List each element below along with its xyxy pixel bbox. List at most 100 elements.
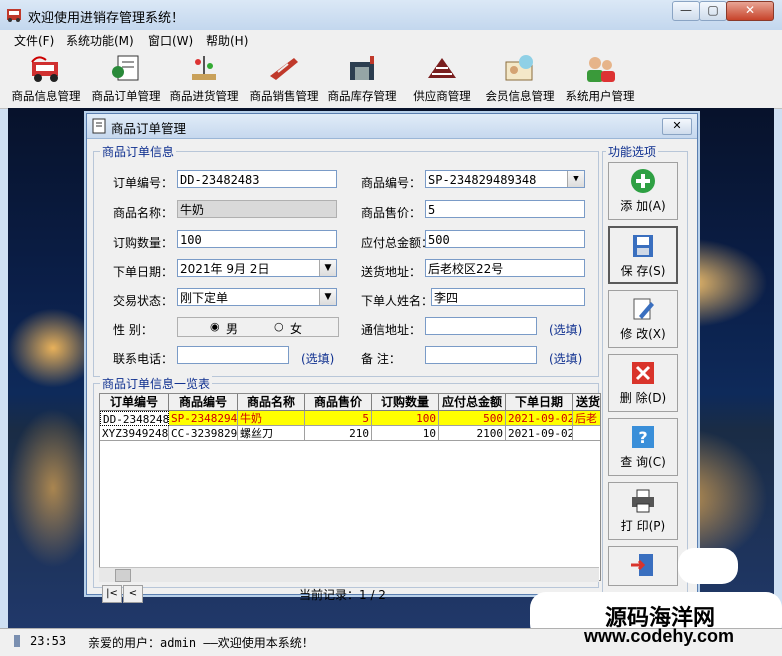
- save-button[interactable]: 保 存(S): [608, 226, 678, 284]
- menu-file[interactable]: 文件(F): [14, 32, 54, 49]
- edit-button[interactable]: 修 改(X): [608, 290, 678, 348]
- chevron-down-icon[interactable]: ▼: [319, 260, 336, 276]
- table-cell[interactable]: 2100: [439, 426, 506, 441]
- table-cell[interactable]: 螺丝刀: [238, 426, 305, 441]
- print-button[interactable]: 打 印(P): [608, 482, 678, 540]
- col-header-address[interactable]: 送货: [573, 394, 600, 411]
- tool-member[interactable]: 会员信息管理: [480, 52, 560, 106]
- table-cell[interactable]: 牛奶: [238, 411, 305, 426]
- menu-help[interactable]: 帮助(H): [206, 32, 248, 49]
- child-close-button[interactable]: ✕: [662, 118, 692, 135]
- radio-female-icon[interactable]: ○: [274, 320, 284, 333]
- mail-addr-field[interactable]: [425, 317, 537, 335]
- table-cell[interactable]: 500: [439, 411, 506, 426]
- col-header-total[interactable]: 应付总金额: [439, 394, 506, 411]
- add-button[interactable]: 添 加(A): [608, 162, 678, 220]
- qty-field[interactable]: 100: [177, 230, 337, 248]
- gender-label: 性 别：: [113, 323, 153, 337]
- col-header-qty[interactable]: 订购数量: [372, 394, 439, 411]
- order-table: 订单编号 商品编号 商品名称 商品售价 订购数量 应付总金额 下单日期 送货 D…: [99, 393, 601, 581]
- order-date-value: 2021年 9月 2日: [180, 262, 270, 276]
- remark-field[interactable]: [425, 346, 537, 364]
- product-no-dropdown[interactable]: SP-234829489348 ▼: [425, 170, 585, 188]
- table-cell[interactable]: XYZ3949248: [100, 426, 169, 441]
- status-time: 23:53: [30, 634, 67, 648]
- redaction-blur: [678, 548, 738, 584]
- minimize-button[interactable]: —: [672, 1, 700, 21]
- table-cell[interactable]: 10: [372, 426, 439, 441]
- trade-status-value: 刚下定单: [180, 291, 229, 305]
- menu-system[interactable]: 系统功能(M): [66, 32, 134, 49]
- product-name-field: 牛奶: [177, 200, 337, 218]
- table-cell[interactable]: 2021-09-02: [506, 411, 573, 426]
- total-label: 应付总金额：: [361, 236, 434, 250]
- first-record-icon[interactable]: |<: [102, 585, 122, 603]
- col-header-product-no[interactable]: 商品编号: [169, 394, 238, 411]
- chevron-down-icon[interactable]: ▼: [567, 171, 584, 187]
- order-no-label: 订单编号：: [113, 176, 174, 190]
- tool-stock-in[interactable]: 商品进货管理: [164, 52, 244, 106]
- order-list-legend: 商品订单信息一览表: [100, 375, 213, 392]
- chevron-down-icon[interactable]: ▼: [319, 289, 336, 305]
- phone-field[interactable]: [177, 346, 289, 364]
- exit-door-icon: [629, 552, 657, 578]
- col-header-date[interactable]: 下单日期: [506, 394, 573, 411]
- table-cell[interactable]: SP-2348294: [169, 411, 238, 426]
- col-header-product-name[interactable]: 商品名称: [238, 394, 305, 411]
- truck-icon: [26, 52, 66, 84]
- buyer-label: 下单人姓名：: [361, 294, 434, 308]
- order-window-icon: [91, 118, 107, 134]
- exit-button[interactable]: [608, 546, 678, 586]
- floppy-disk-icon: [629, 233, 657, 259]
- tool-supplier[interactable]: 供应商管理: [402, 52, 482, 106]
- qty-label: 订购数量：: [113, 236, 174, 250]
- close-button[interactable]: ✕: [726, 1, 774, 21]
- table-cell[interactable]: CC-3239829: [169, 426, 238, 441]
- table-cell[interactable]: 210: [305, 426, 372, 441]
- status-label: 交易状态：: [113, 294, 174, 308]
- delete-button[interactable]: 删 除(D): [608, 354, 678, 412]
- gender-male-label[interactable]: 男: [226, 320, 238, 337]
- address-field[interactable]: 后老校区22号: [425, 259, 585, 277]
- tool-product-info[interactable]: 商品信息管理: [6, 52, 86, 106]
- prev-record-icon[interactable]: <: [123, 585, 143, 603]
- tool-inventory[interactable]: 商品库存管理: [322, 52, 402, 106]
- table-cell[interactable]: 2021-09-02: [506, 426, 573, 441]
- supplier-icon: [422, 52, 462, 84]
- child-window-title: 商品订单管理: [111, 121, 187, 136]
- price-field[interactable]: 5: [425, 200, 585, 218]
- radio-male-icon[interactable]: ◉: [210, 320, 220, 333]
- table-hscrollbar[interactable]: [99, 567, 599, 582]
- product-no-value: SP-234829489348: [428, 173, 537, 187]
- buyer-field[interactable]: 李四: [431, 288, 585, 306]
- users-icon: [580, 52, 620, 84]
- tool-sales[interactable]: 商品销售管理: [244, 52, 324, 106]
- total-field[interactable]: 500: [425, 230, 585, 248]
- trade-status-dropdown[interactable]: 刚下定单 ▼: [177, 288, 337, 306]
- app-icon: [6, 6, 22, 22]
- table-cell[interactable]: DD-23482483: [100, 411, 169, 426]
- scroll-thumb[interactable]: [115, 569, 131, 582]
- query-button[interactable]: ? 查 询(C): [608, 418, 678, 476]
- menubar: 文件(F) 系统功能(M) 窗口(W) 帮助(H): [0, 30, 782, 51]
- price-label: 商品售价：: [361, 206, 422, 220]
- toolbar: 商品信息管理 商品订单管理 商品进货管理 商品销售管理 商品库存管理 供应商管理…: [0, 50, 782, 109]
- table-cell[interactable]: 5: [305, 411, 372, 426]
- gender-female-label[interactable]: 女: [290, 320, 302, 337]
- tool-order[interactable]: 商品订单管理: [86, 52, 166, 106]
- order-date-picker[interactable]: 2021年 9月 2日 ▼: [177, 259, 337, 277]
- order-management-window: 商品订单管理 ✕ 商品订单信息 订单编号： DD-23482483 商品编号： …: [86, 113, 698, 603]
- maximize-button[interactable]: ▢: [699, 1, 727, 21]
- svg-text:?: ?: [638, 428, 647, 447]
- tool-users[interactable]: 系统用户管理: [560, 52, 640, 106]
- mail-addr-optional: (选填): [549, 323, 583, 337]
- table-cell[interactable]: [573, 426, 600, 441]
- menu-window[interactable]: 窗口(W): [148, 32, 193, 49]
- record-indicator: 当前记录：1 / 2: [299, 588, 386, 602]
- col-header-price[interactable]: 商品售价: [305, 394, 372, 411]
- table-cell[interactable]: 后老: [573, 411, 600, 426]
- main-title-bar: 欢迎使用进销存管理系统！ — ▢ ✕: [0, 0, 782, 31]
- col-header-order-no[interactable]: 订单编号: [100, 394, 169, 411]
- order-no-field[interactable]: DD-23482483: [177, 170, 337, 188]
- table-cell[interactable]: 100: [372, 411, 439, 426]
